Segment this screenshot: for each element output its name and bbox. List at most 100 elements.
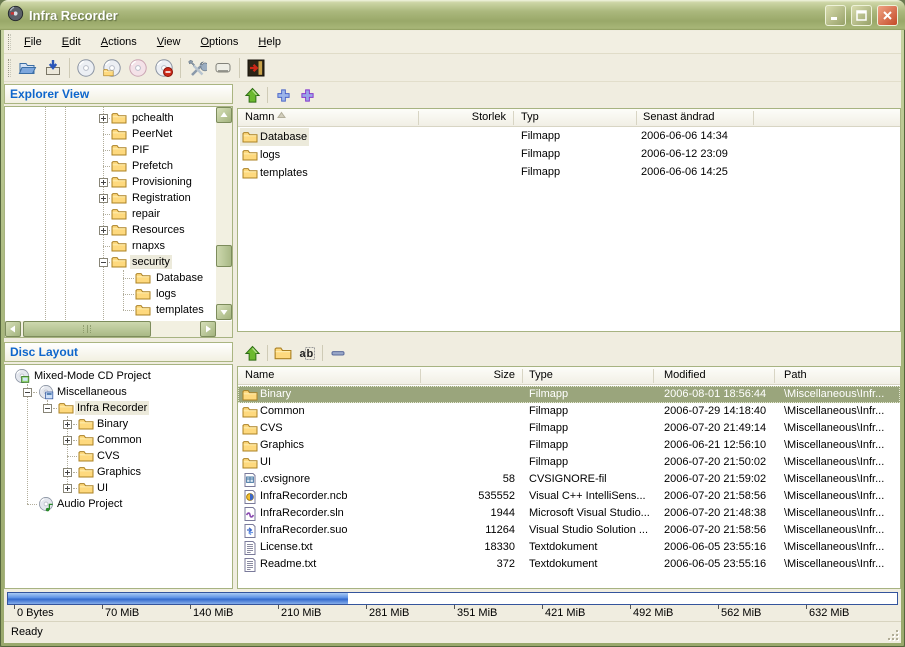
file-row-ui[interactable]: UI Filmapp 2006-07-20 21:50:02 \Miscellaneo… — [238, 454, 900, 471]
expand-icon[interactable] — [63, 484, 72, 493]
explorer-item-logs[interactable]: logs — [5, 286, 216, 302]
file-row-readme-txt[interactable]: Readme.txt 372 Textdokument 2006-06-05 23:5… — [238, 556, 900, 573]
explorer-item-peernet[interactable]: PeerNet — [5, 126, 216, 142]
expand-icon[interactable] — [99, 226, 108, 235]
erase-disc-button[interactable] — [151, 56, 177, 80]
maximize-button[interactable] — [851, 4, 872, 26]
up-level-button[interactable] — [240, 343, 264, 363]
column-separator[interactable] — [653, 369, 654, 383]
column-header-senast-ndrad[interactable]: Senast ändrad — [643, 109, 749, 127]
tools-button[interactable] — [184, 56, 210, 80]
column-separator[interactable] — [513, 111, 514, 125]
explorer-vscrollbar[interactable] — [216, 107, 232, 320]
toolbar-grip[interactable] — [8, 59, 11, 77]
column-header-storlek[interactable]: Storlek — [418, 109, 506, 127]
column-separator[interactable] — [522, 369, 523, 383]
explorer-item-security[interactable]: security — [5, 254, 216, 270]
disc-item-infra-recorder[interactable]: Infra Recorder — [5, 400, 232, 416]
menu-actions[interactable]: Actions — [91, 31, 147, 53]
column-header-type[interactable]: Type — [529, 367, 649, 385]
collapse-icon[interactable] — [23, 388, 32, 397]
scroll-down-icon[interactable] — [216, 304, 232, 320]
file-row-common[interactable]: Common Filmapp 2006-07-29 14:18:40 \Miscell… — [238, 403, 900, 420]
menu-options[interactable]: Options — [190, 31, 248, 53]
explorer-item-pif[interactable]: PIF — [5, 142, 216, 158]
explorer-item-repair[interactable]: repair — [5, 206, 216, 222]
titlebar[interactable]: Infra Recorder — [0, 0, 905, 30]
add-up-button[interactable] — [240, 85, 264, 105]
column-separator[interactable] — [636, 111, 637, 125]
explorer-item-resources[interactable]: Resources — [5, 222, 216, 238]
column-separator[interactable] — [418, 111, 419, 125]
file-row--cvsignore[interactable]: .cvsignore 58 CVSIGNORE-fil 2006-07-20 21:5… — [238, 471, 900, 488]
expand-icon[interactable] — [99, 194, 108, 203]
explorer-item-pchealth[interactable]: pchealth — [5, 110, 216, 126]
exit-button[interactable] — [243, 56, 269, 80]
column-separator[interactable] — [753, 111, 754, 125]
device-button[interactable] — [210, 56, 236, 80]
expand-icon[interactable] — [63, 468, 72, 477]
explorer-item-rnapxs[interactable]: rnapxs — [5, 238, 216, 254]
column-header-modified[interactable]: Modified — [664, 367, 770, 385]
menu-help[interactable]: Help — [248, 31, 291, 53]
add-special-button[interactable] — [295, 85, 319, 105]
column-separator[interactable] — [420, 369, 421, 383]
explorer-item-provisioning[interactable]: Provisioning — [5, 174, 216, 190]
disc-item-audio-project[interactable]: Audio Project — [5, 496, 232, 512]
disc-item-ui[interactable]: UI — [5, 480, 232, 496]
disc-item-mixed-mode-cd-project[interactable]: Mixed-Mode CD Project — [5, 368, 232, 384]
file-row-license-txt[interactable]: License.txt 18330 Textdokument 2006-06-05 2… — [238, 539, 900, 556]
column-header-name[interactable]: Name — [245, 367, 395, 385]
disc-item-graphics[interactable]: Graphics — [5, 464, 232, 480]
disc-item-cvs[interactable]: CVS — [5, 448, 232, 464]
collapse-icon[interactable] — [43, 404, 52, 413]
file-row-infrarecorder-ncb[interactable]: InfraRecorder.ncb 535552 Visual C++ Intell… — [238, 488, 900, 505]
burn-compilation-button[interactable] — [99, 56, 125, 80]
close-button[interactable] — [877, 4, 898, 26]
remove-button[interactable] — [326, 343, 350, 363]
explorer-vscroll-thumb[interactable] — [216, 245, 232, 267]
minimize-button[interactable] — [825, 4, 846, 26]
file-row-infrarecorder-sln[interactable]: InfraRecorder.sln 1944 Microsoft Visual St… — [238, 505, 900, 522]
copy-disc-button[interactable] — [125, 56, 151, 80]
collapse-icon[interactable] — [99, 258, 108, 267]
menu-view[interactable]: View — [147, 31, 191, 53]
explorer-item-templates[interactable]: templates — [5, 302, 216, 318]
explorer-item-database[interactable]: Database — [5, 270, 216, 286]
open-project-button[interactable] — [14, 56, 40, 80]
expand-icon[interactable] — [63, 436, 72, 445]
column-separator[interactable] — [774, 369, 775, 383]
resize-grip[interactable] — [885, 627, 898, 640]
scroll-right-icon[interactable] — [200, 321, 216, 337]
file-row-graphics[interactable]: Graphics Filmapp 2006-06-21 12:56:10 \Misce… — [238, 437, 900, 454]
expand-icon[interactable] — [63, 420, 72, 429]
file-row-infrarecorder-suo[interactable]: InfraRecorder.suo 11264 Visual Studio Solu… — [238, 522, 900, 539]
file-row-templates[interactable]: templates Filmapp 2006-06-06 14:25 — [238, 164, 900, 182]
scroll-up-icon[interactable] — [216, 107, 232, 123]
explorer-item-registration[interactable]: Registration — [5, 190, 216, 206]
scroll-left-icon[interactable] — [5, 321, 21, 337]
file-row-database[interactable]: Database Filmapp 2006-06-06 14:34 — [238, 128, 900, 146]
explorer-item-prefetch[interactable]: Prefetch — [5, 158, 216, 174]
file-row-cvs[interactable]: CVS Filmapp 2006-07-20 21:49:14 \Miscellane… — [238, 420, 900, 437]
save-project-button[interactable] — [40, 56, 66, 80]
disc-item-common[interactable]: Common — [5, 432, 232, 448]
menu-file[interactable]: File — [14, 31, 52, 53]
add-button[interactable] — [271, 85, 295, 105]
column-header-typ[interactable]: Typ — [521, 109, 631, 127]
file-row-logs[interactable]: logs Filmapp 2006-06-12 23:09 — [238, 146, 900, 164]
column-header-namn[interactable]: Namn — [245, 109, 395, 127]
disc-item-miscellaneous[interactable]: Miscellaneous — [5, 384, 232, 400]
record-disc-button[interactable] — [73, 56, 99, 80]
file-row-binary[interactable]: Binary Filmapp 2006-08-01 18:56:44 \Miscell… — [238, 386, 900, 403]
column-header-path[interactable]: Path — [784, 367, 898, 385]
menubar-grip[interactable] — [8, 34, 11, 50]
rename-button[interactable]: ab — [295, 343, 319, 363]
column-header-size[interactable]: Size — [420, 367, 515, 385]
new-folder-button[interactable] — [271, 343, 295, 363]
menu-edit[interactable]: Edit — [52, 31, 91, 53]
expand-icon[interactable] — [99, 114, 108, 123]
disc-item-binary[interactable]: Binary — [5, 416, 232, 432]
explorer-hscroll-thumb[interactable] — [23, 321, 151, 337]
expand-icon[interactable] — [99, 178, 108, 187]
